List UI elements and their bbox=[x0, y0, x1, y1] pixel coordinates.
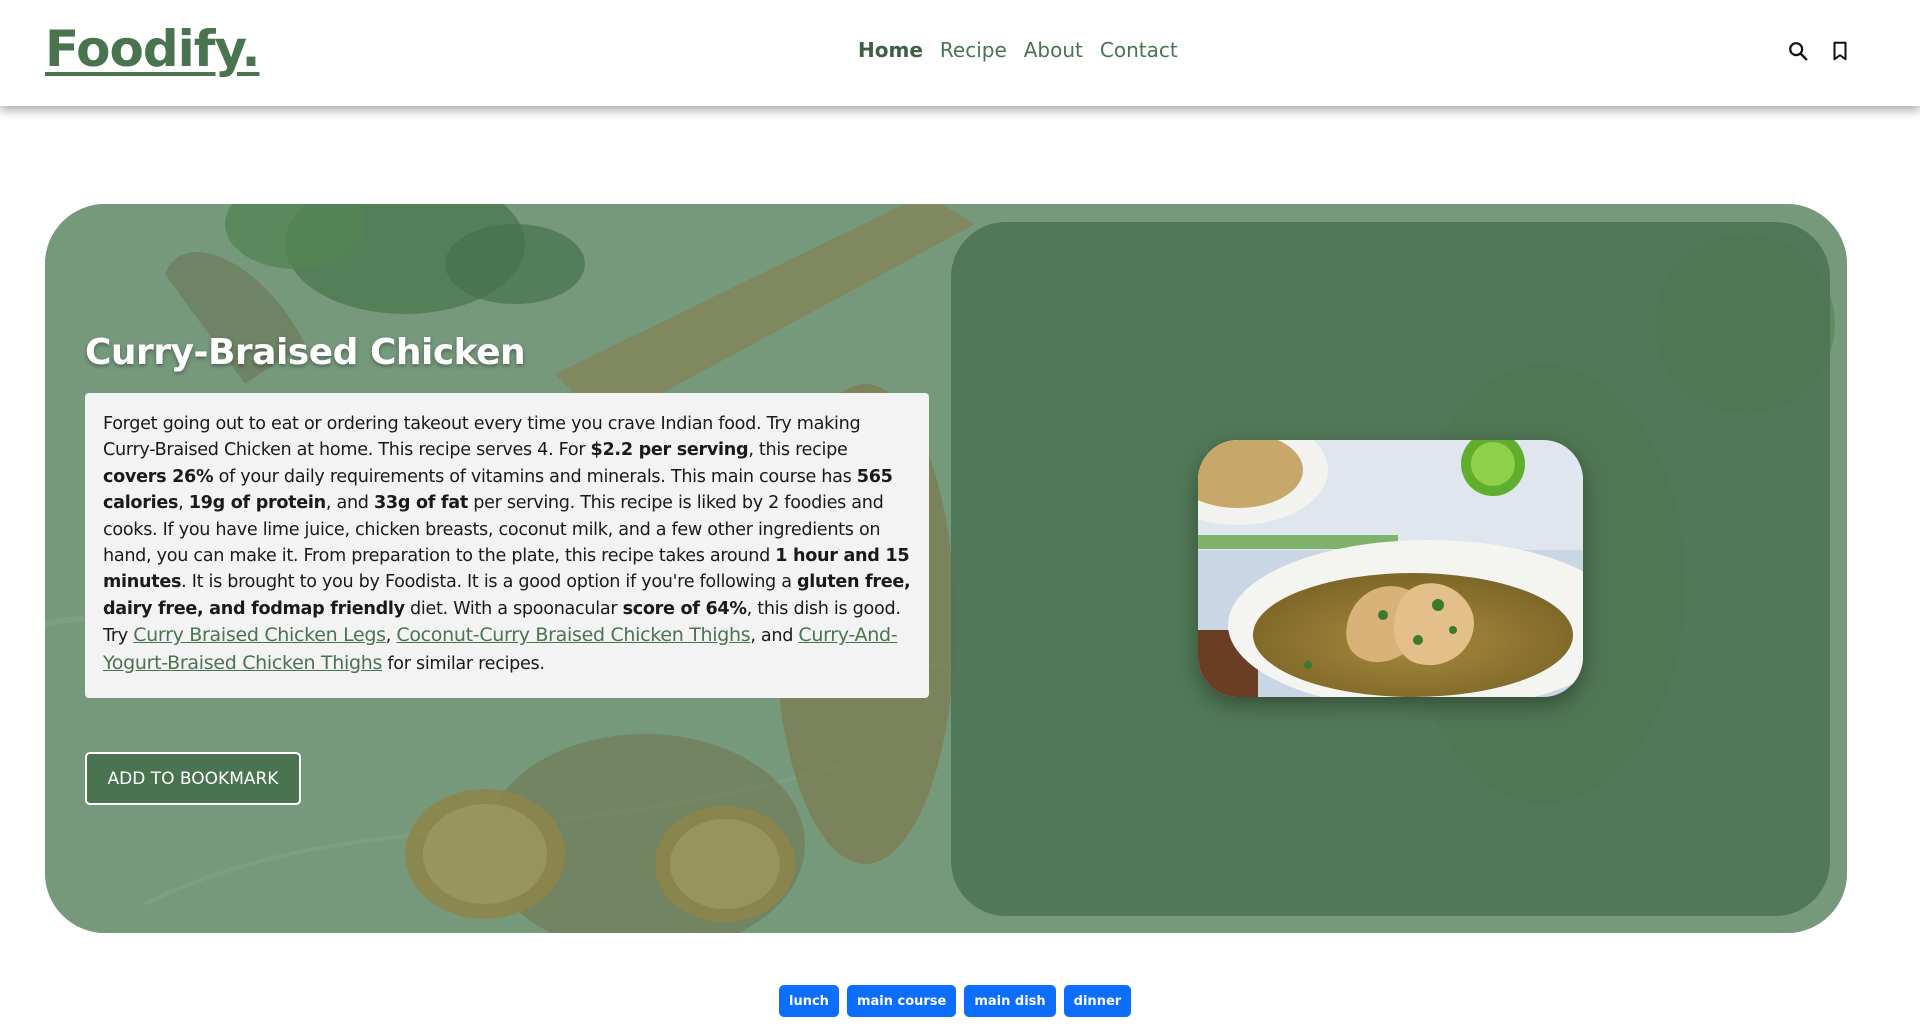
search-icon[interactable] bbox=[1787, 40, 1809, 62]
summary-text: , bbox=[385, 626, 397, 647]
summary-text: , and bbox=[325, 493, 374, 514]
bookmark-icon[interactable] bbox=[1829, 40, 1851, 62]
summary-price: $2.2 per serving bbox=[590, 440, 749, 461]
summary-text: of your daily requirements of vitamins a… bbox=[213, 466, 857, 487]
summary-text: . It is brought to you by Foodista. It i… bbox=[181, 572, 797, 593]
summary-protein: 19g of protein bbox=[188, 493, 326, 514]
nav-about[interactable]: About bbox=[1024, 38, 1083, 62]
recipe-title: Curry-Braised Chicken bbox=[85, 332, 526, 373]
similar-recipe-link[interactable]: Coconut-Curry Braised Chicken Thighs bbox=[396, 624, 750, 646]
tag-main-course[interactable]: main course bbox=[846, 985, 957, 1017]
summary-text: , and bbox=[750, 626, 799, 647]
tag-lunch[interactable]: lunch bbox=[779, 985, 839, 1017]
summary-text: for similar recipes. bbox=[382, 653, 545, 674]
summary-fat: 33g of fat bbox=[373, 493, 468, 514]
nav-home[interactable]: Home bbox=[858, 38, 923, 62]
tag-dinner[interactable]: dinner bbox=[1063, 985, 1132, 1017]
summary-score: score of 64% bbox=[622, 598, 747, 619]
main-nav: Home Recipe About Contact bbox=[858, 38, 1195, 62]
site-header: Foodify. Home Recipe About Contact bbox=[0, 0, 1920, 106]
add-to-bookmark-button[interactable]: ADD TO BOOKMARK bbox=[85, 752, 301, 805]
nav-recipe[interactable]: Recipe bbox=[940, 38, 1007, 62]
logo[interactable]: Foodify. bbox=[45, 20, 261, 78]
tag-main-dish[interactable]: main dish bbox=[964, 985, 1056, 1017]
recipe-tags: lunch main course main dish dinner bbox=[779, 985, 1132, 1017]
summary-text: diet. With a spoonacular bbox=[404, 598, 623, 619]
nav-contact[interactable]: Contact bbox=[1100, 38, 1178, 62]
summary-coverage: covers 26% bbox=[103, 466, 214, 487]
recipe-hero: Curry-Braised Chicken Forget going out t… bbox=[45, 204, 1847, 933]
recipe-image bbox=[1198, 440, 1583, 697]
similar-recipe-link[interactable]: Curry Braised Chicken Legs bbox=[133, 624, 386, 646]
summary-text: , this recipe bbox=[748, 440, 848, 461]
recipe-summary: Forget going out to eat or ordering take… bbox=[85, 393, 929, 698]
summary-text: , bbox=[178, 493, 189, 514]
